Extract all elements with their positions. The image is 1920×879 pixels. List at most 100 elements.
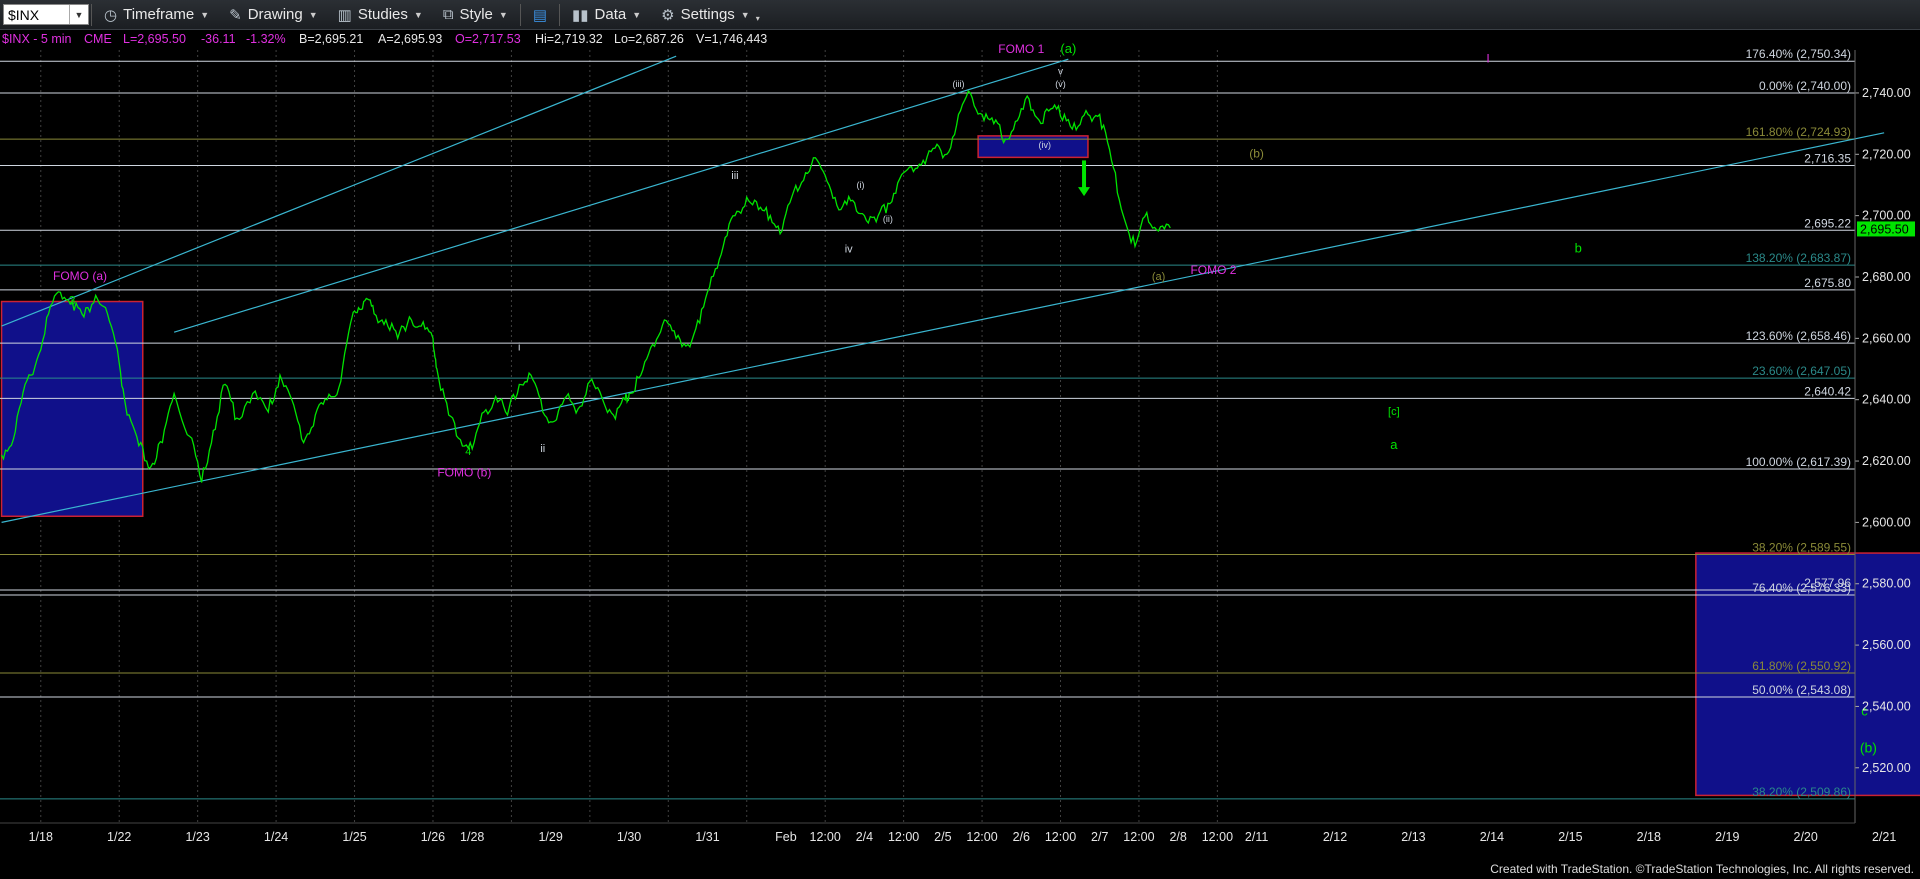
- fib-label: 76.40% (2,576.33): [1752, 581, 1851, 595]
- fib-label: 61.80% (2,550.92): [1752, 659, 1851, 673]
- price-chart[interactable]: 176.40% (2,750.34) 0.00% (2,740.00) 161.80…: [0, 30, 1920, 860]
- window-layout-button[interactable]: ▤: [523, 0, 557, 29]
- toolbar-divider: [91, 3, 92, 26]
- x-tick-label: 12:00: [1123, 830, 1154, 844]
- info-ask: A=2,695.93: [378, 32, 442, 46]
- wave-label: (b): [1249, 146, 1264, 160]
- x-tick-label: 12:00: [1202, 830, 1233, 844]
- channel-line: [1, 132, 1885, 523]
- wave-label: b: [1575, 240, 1582, 255]
- x-tick-label: 2/4: [856, 830, 873, 844]
- target-box: [0, 300, 144, 518]
- x-tick-label: 2/15: [1558, 830, 1582, 844]
- info-high: Hi=2,719.32: [535, 32, 603, 46]
- fib-label: 2,716.35: [1804, 151, 1851, 165]
- last-price-label: 2,695.50: [1860, 222, 1909, 236]
- wave-label: ii: [540, 443, 545, 455]
- wave-label: (i): [856, 180, 864, 190]
- fib-label: 23.60% (2,647.05): [1752, 364, 1851, 378]
- y-tick-label: 2,640.00: [1862, 393, 1911, 407]
- x-tick-label: 2/21: [1872, 830, 1896, 844]
- wave-label: 4: [465, 446, 471, 458]
- info-exchange: CME: [84, 32, 112, 46]
- y-tick-label: 2,600.00: [1862, 515, 1911, 529]
- data-menu[interactable]: ▮▮ Data ▼: [562, 0, 651, 29]
- timeframe-label: Timeframe: [123, 6, 195, 23]
- toolbar: $INX ▼ ◷ Timeframe ▼ ✎ Drawing ▼ ▥ Studi…: [0, 0, 1920, 30]
- wave-label: FOMO 1: [998, 42, 1044, 56]
- studies-label: Studies: [357, 6, 408, 23]
- drawing-menu[interactable]: ✎ Drawing ▼: [219, 0, 328, 29]
- y-tick-label: 2,540.00: [1862, 699, 1911, 713]
- fibonacci-lines: 176.40% (2,750.34) 0.00% (2,740.00) 161.80…: [0, 47, 1855, 800]
- drawing-label: Drawing: [247, 6, 303, 23]
- bar-chart-icon: ▮▮: [572, 6, 589, 24]
- wave-label: FOMO (b): [437, 465, 491, 479]
- fib-label: 50.00% (2,543.08): [1752, 683, 1851, 697]
- y-tick-label: 2,520.00: [1862, 761, 1911, 775]
- fib-label: 2,695.22: [1804, 216, 1851, 230]
- x-tick-label: 1/29: [538, 830, 562, 844]
- x-tick-label: 2/14: [1480, 830, 1504, 844]
- settings-menu[interactable]: ⚙ Settings ▼ ▾: [651, 0, 770, 29]
- fib-label: 2,640.42: [1804, 384, 1851, 398]
- x-tick-label: 2/19: [1715, 830, 1739, 844]
- y-tick-label: 2,580.00: [1862, 577, 1911, 591]
- y-tick-label: 2,740.00: [1862, 86, 1911, 100]
- y-tick-label: 2,700.00: [1862, 209, 1911, 223]
- fib-label: 0.00% (2,740.00): [1759, 79, 1851, 93]
- wave-label: v: [1058, 67, 1063, 78]
- axes: 2,520.00 2,540.00 2,560.00 2,580.00 2,600.00…: [0, 50, 1915, 844]
- x-tick-label: 2/20: [1794, 830, 1818, 844]
- x-tick-label: Feb: [775, 830, 797, 844]
- trend-channel: [1, 55, 1885, 523]
- x-tick-label: 12:00: [1045, 830, 1076, 844]
- caret-down-icon: ▼: [498, 9, 508, 20]
- y-tick-label: 2,720.00: [1862, 147, 1911, 161]
- caret-down-icon: ▼: [413, 9, 423, 20]
- wave-label: [c]: [1388, 406, 1400, 418]
- info-low: Lo=2,687.26: [614, 32, 684, 46]
- footer-copyright: Created with TradeStation. ©TradeStation…: [1490, 862, 1914, 876]
- info-bid: B=2,695.21: [299, 32, 363, 46]
- style-menu[interactable]: ⧉ Style ▼: [433, 0, 518, 29]
- caret-down-icon: ▼: [740, 9, 750, 20]
- wave-label: 3: [69, 294, 76, 308]
- rectangles: [0, 135, 1920, 797]
- x-tick-label: 1/31: [695, 830, 719, 844]
- chevron-down-icon[interactable]: ▼: [69, 5, 88, 24]
- info-change: -36.11: [201, 32, 236, 46]
- data-label: Data: [594, 6, 627, 23]
- timeframe-menu[interactable]: ◷ Timeframe ▼: [94, 0, 219, 29]
- wave-label: (v): [1055, 79, 1066, 89]
- x-tick-label: 2/13: [1401, 830, 1425, 844]
- x-tick-label: 2/6: [1013, 830, 1030, 844]
- caret-down-icon: ▾: [755, 14, 760, 23]
- symbol-input[interactable]: $INX ▼: [3, 4, 89, 25]
- pencil-icon: ✎: [229, 6, 242, 24]
- studies-icon: ▥: [337, 6, 352, 24]
- fib-label: 2,675.80: [1804, 276, 1851, 290]
- x-tick-label: 2/18: [1637, 830, 1661, 844]
- channel-line: [173, 58, 1069, 333]
- wave-label: (iv): [1039, 140, 1052, 150]
- clock-icon: ◷: [104, 6, 118, 24]
- caret-down-icon: ▼: [200, 9, 210, 20]
- symbol-value: $INX: [8, 6, 40, 23]
- x-tick-label: 2/5: [934, 830, 951, 844]
- studies-menu[interactable]: ▥ Studies ▼: [328, 0, 433, 29]
- wave-label: iv: [845, 243, 853, 255]
- layout-icon: ▤: [532, 6, 548, 24]
- fib-label: 138.20% (2,683.87): [1746, 251, 1851, 265]
- y-tick-label: 2,680.00: [1862, 270, 1911, 284]
- x-tick-label: 1/23: [185, 830, 209, 844]
- wave-label: i: [518, 342, 520, 354]
- wave-label: (ii): [883, 214, 893, 224]
- info-open: O=2,717.53: [455, 32, 521, 46]
- settings-label: Settings: [680, 6, 735, 23]
- x-tick-label: 12:00: [888, 830, 919, 844]
- y-tick-label: 2,560.00: [1862, 638, 1911, 652]
- x-tick-label: 1/26: [421, 830, 445, 844]
- x-tick-label: 12:00: [966, 830, 997, 844]
- x-tick-label: 1/30: [617, 830, 641, 844]
